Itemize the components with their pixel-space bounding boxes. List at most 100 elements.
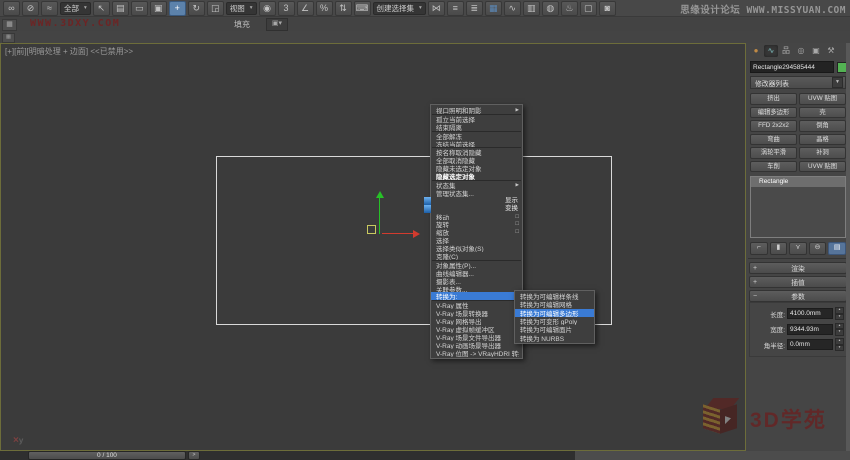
remove-modifier-icon[interactable]: ⊖ (809, 242, 827, 255)
gizmo-y-axis[interactable] (379, 197, 380, 234)
rollout-header[interactable]: +渲染 (749, 262, 847, 274)
menu-item[interactable]: 摄影表... (431, 277, 522, 285)
select-object-icon[interactable]: ↖ (93, 1, 110, 16)
modifier-button[interactable]: 涡轮平滑 (750, 147, 797, 159)
curve-editor-icon[interactable]: ∿ (504, 1, 521, 16)
length-field[interactable] (787, 308, 833, 319)
modifier-button[interactable]: 晶格 (799, 134, 846, 146)
select-and-move-icon[interactable]: + (169, 1, 186, 16)
menu-item[interactable]: 转换为:▶ (431, 292, 522, 300)
select-and-link-icon[interactable]: ∞ (3, 1, 20, 16)
menu-item[interactable]: 孤立当前选择 (431, 115, 522, 123)
rendered-frame-window-icon[interactable]: ▢ (580, 1, 597, 16)
angle-snap-toggle-icon[interactable]: ∠ (297, 1, 314, 16)
window-crossing-toggle-icon[interactable]: ▣ (150, 1, 167, 16)
settings-icon[interactable]: □ (515, 229, 519, 235)
named-selection-sets[interactable]: 创建选择集▾ (373, 2, 426, 15)
menu-item[interactable]: V-Ray 动画场景导出器 (431, 341, 522, 349)
menu-item[interactable]: 选择 (431, 236, 522, 244)
dope-sheet-icon[interactable]: ▥ (523, 1, 540, 16)
menu-item[interactable]: 隐藏未选定对象 (431, 164, 522, 172)
menu-item[interactable]: 视口照明和阴影▶ (431, 106, 522, 114)
modifier-button[interactable]: 编辑多边形 (750, 107, 797, 119)
menu-item[interactable]: 全部取消隐藏 (431, 156, 522, 164)
snap-toggle-3d-icon[interactable]: 3 (278, 1, 295, 16)
reference-coordinate-system[interactable]: 视图▾ (226, 2, 257, 15)
width-spinner[interactable]: ▴▾ (835, 323, 844, 336)
length-spinner[interactable]: ▴▾ (835, 307, 844, 320)
menu-item[interactable]: 曲线编辑器... (431, 269, 522, 277)
panel-scrollbar[interactable] (846, 43, 850, 460)
modifier-list-dropdown[interactable]: 修改器列表 ▼ (750, 76, 846, 89)
use-pivot-point-center-icon[interactable]: ◉ (259, 1, 276, 16)
object-name-field[interactable] (750, 61, 834, 73)
mirror-icon[interactable]: ⋈ (428, 1, 445, 16)
corner-radius-spinner[interactable]: ▴▾ (835, 338, 844, 351)
gizmo-x-axis[interactable] (382, 233, 413, 234)
modifier-button[interactable]: 倒角 (799, 120, 846, 132)
tab-hierarchy[interactable]: 品 (779, 45, 793, 57)
menu-item[interactable]: 结束隔离 (431, 123, 522, 131)
modifier-button[interactable]: FFD 2x2x2 (750, 120, 797, 132)
ribbon-display-toggle[interactable]: ▣▾ (266, 18, 288, 31)
tab-display[interactable]: ▣ (809, 45, 823, 57)
layer-manager-icon[interactable]: ≣ (466, 1, 483, 16)
menu-item[interactable]: 按名称取消隐藏 (431, 148, 522, 156)
spinner-down-icon[interactable]: ▾ (835, 329, 844, 336)
modifier-button[interactable]: UVW 贴图 (799, 93, 846, 105)
modifier-button[interactable]: 壳 (799, 107, 846, 119)
percent-snap-toggle-icon[interactable]: % (316, 1, 333, 16)
ribbon-min-icon[interactable]: ▦ (2, 19, 17, 31)
tab-create[interactable]: ● (749, 45, 763, 57)
corner-radius-field[interactable] (787, 339, 833, 350)
select-by-name-icon[interactable]: ▤ (112, 1, 129, 16)
modifier-button[interactable]: UVW 贴图 (799, 161, 846, 173)
bind-to-space-warp-icon[interactable]: ≈ (41, 1, 58, 16)
modifier-button[interactable]: 挤出 (750, 93, 797, 105)
submenu-item[interactable]: 转换为可编辑面片 (515, 325, 594, 333)
width-field[interactable] (787, 324, 833, 335)
menu-item[interactable]: 对象属性(P)... (431, 261, 522, 269)
align-icon[interactable]: ≡ (447, 1, 464, 16)
rollout-header[interactable]: −参数 (749, 290, 847, 302)
material-editor-icon[interactable]: ◍ (542, 1, 559, 16)
render-setup-icon[interactable]: ♨ (561, 1, 578, 16)
tab-utilities[interactable]: ⚒ (824, 45, 838, 57)
rectangular-selection-region-icon[interactable]: ▭ (131, 1, 148, 16)
select-and-rotate-icon[interactable]: ↻ (188, 1, 205, 16)
menu-item[interactable]: V-Ray 网格导出 (431, 317, 522, 325)
menu-item[interactable]: 状态集▶ (431, 181, 522, 189)
modifier-button[interactable]: 补洞 (799, 147, 846, 159)
menu-item[interactable]: 关联参数... (431, 285, 522, 293)
menu-item[interactable]: 管理状态集... (431, 189, 522, 197)
configure-modifier-sets-icon[interactable]: ▤ (828, 242, 846, 255)
settings-icon[interactable]: □ (515, 221, 519, 227)
viewport-label[interactable]: [+][前][明暗处理 + 边面] <<已禁用>> (5, 46, 133, 57)
menu-item[interactable]: 克隆(C) (431, 252, 522, 260)
spinner-down-icon[interactable]: ▾ (835, 314, 844, 321)
keyboard-shortcut-override-icon[interactable]: ⌨ (354, 1, 371, 16)
spinner-snap-toggle-icon[interactable]: ⇅ (335, 1, 352, 16)
pin-stack-icon[interactable]: ⌐ (750, 242, 768, 255)
show-end-result-icon[interactable]: ▮ (770, 242, 788, 255)
modifier-button[interactable]: 弯曲 (750, 134, 797, 146)
select-and-scale-icon[interactable]: ◲ (207, 1, 224, 16)
submenu-item[interactable]: 转换为 NURBS (515, 333, 594, 341)
time-slider-handle[interactable]: 0 / 100 (28, 451, 186, 460)
ribbon-collapsed-icon[interactable]: ▦ (2, 33, 15, 43)
menu-item[interactable]: 选择类似对象(S) (431, 244, 522, 252)
tab-motion[interactable]: ◎ (794, 45, 808, 57)
modifier-button[interactable]: 车削 (750, 161, 797, 173)
menu-item[interactable]: V-Ray 位图 -> VRayHDRI 转换器 (431, 349, 522, 357)
selection-filter[interactable]: 全部▾ (60, 2, 91, 15)
time-slider-track[interactable]: 0 / 100 > (0, 451, 575, 460)
menu-item[interactable]: 全部解冻 (431, 132, 522, 140)
menu-item[interactable]: V-Ray 场景文件导出器 (431, 333, 522, 341)
make-unique-icon[interactable]: ⋎ (789, 242, 807, 255)
menu-item[interactable]: V-Ray 场景转换器 (431, 309, 522, 317)
gizmo-plane-handle[interactable] (367, 225, 376, 234)
render-production-icon[interactable]: ◙ (599, 1, 616, 16)
menu-item[interactable]: V-Ray 虚拟帧缓冲区 (431, 325, 522, 333)
submenu-item[interactable]: 转换为可变形 gPoly (515, 317, 594, 325)
menu-item[interactable]: 移动□ (431, 213, 522, 221)
